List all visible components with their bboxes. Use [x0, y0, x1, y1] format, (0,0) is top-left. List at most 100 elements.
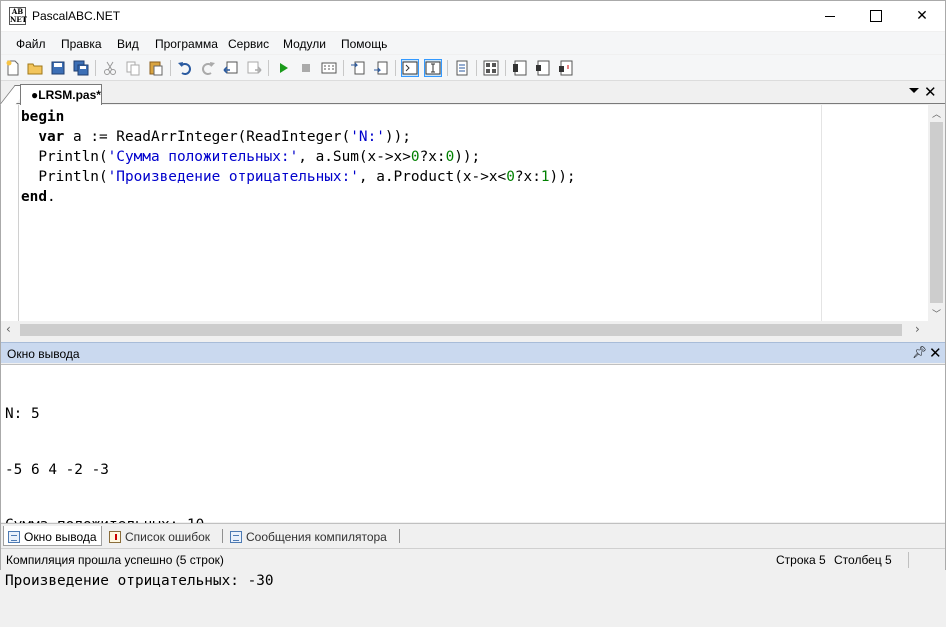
breakpoints-icon[interactable] [482, 59, 500, 77]
string-token: 'Сумма положительных:' [107, 149, 299, 165]
menu-edit[interactable]: Правка [61, 37, 102, 51]
code-token: )); [549, 169, 576, 185]
toolbar [1, 55, 945, 81]
navigate-back-icon[interactable] [222, 59, 240, 77]
code-token: a := ReadArrInteger(ReadInteger( [64, 129, 351, 145]
output-window[interactable]: N: 5 -5 6 4 -2 -3 Сумма положительных: 1… [1, 364, 945, 589]
editor-gutter[interactable] [1, 105, 19, 321]
close-window-button[interactable]: ✕ [899, 1, 945, 31]
paste-icon[interactable] [147, 59, 165, 77]
debug-step-icon[interactable] [349, 59, 367, 77]
menu-program[interactable]: Программа [155, 37, 218, 51]
window-title: PascalABC.NET [32, 9, 121, 23]
code-line[interactable]: Println('Произведение отрицательных:', a… [21, 167, 576, 187]
stop-icon[interactable] [297, 59, 315, 77]
pin-icon[interactable]: 📌︎ [912, 345, 927, 359]
run-icon[interactable] [274, 59, 292, 77]
show-input-icon[interactable] [424, 59, 442, 77]
scroll-right-icon[interactable]: › [915, 322, 920, 336]
tab-error-list[interactable]: Список ошибок [105, 526, 214, 546]
number-token: 0 [445, 149, 455, 165]
code-token: Println( [21, 169, 108, 185]
cursor-row: Строка 5 [776, 553, 826, 567]
new-file-icon[interactable] [4, 59, 22, 77]
code-token: ?x: [514, 169, 541, 185]
horizontal-scroll-thumb[interactable] [20, 324, 902, 336]
menu-service[interactable]: Сервис [228, 37, 269, 51]
vertical-scroll-thumb[interactable] [930, 122, 943, 303]
menu-view[interactable]: Вид [117, 37, 139, 51]
horizontal-scrollbar[interactable]: ‹ › [1, 321, 928, 338]
editor-tab-strip: ●LRSM.pas* [0, 82, 945, 105]
keyword-token: var [38, 129, 65, 145]
code-line[interactable]: var a := ReadArrInteger(ReadInteger('N:'… [21, 127, 576, 147]
string-token: 'Произведение отрицательных:' [107, 169, 359, 185]
cut-icon[interactable] [101, 59, 119, 77]
form-designer-icon[interactable] [511, 59, 529, 77]
code-line[interactable]: end. [21, 187, 576, 207]
format-code-icon[interactable] [453, 59, 471, 77]
menu-bar: Файл Правка Вид Программа Сервис Модули … [1, 32, 945, 54]
scroll-up-icon[interactable]: ︿ [932, 107, 941, 120]
tab-lrsm-pas[interactable]: ●LRSM.pas* [20, 84, 102, 105]
pascalabc-window: AB NET PascalABC.NET ✕ Файл Правка Вид Пр… [0, 0, 946, 589]
code-template-icon[interactable] [534, 59, 552, 77]
save-icon[interactable] [49, 59, 67, 77]
navigate-forward-icon[interactable] [245, 59, 263, 77]
status-message: Компиляция прошла успешно (5 строк) [6, 553, 224, 567]
scroll-left-icon[interactable]: ‹ [6, 322, 11, 336]
keyword-token: begin [21, 109, 65, 125]
code-token: )); [454, 149, 481, 165]
minimize-button[interactable] [807, 1, 853, 31]
number-token: 0 [410, 149, 420, 165]
code-token: . [47, 189, 56, 205]
maximize-button[interactable] [853, 1, 899, 31]
code-token: ?x: [419, 149, 446, 165]
menu-help[interactable]: Помощь [341, 37, 387, 51]
code-editor[interactable]: begin var a := ReadArrInteger(ReadIntege… [1, 105, 945, 338]
menu-file[interactable]: Файл [16, 37, 46, 51]
number-token: 1 [540, 169, 550, 185]
compiler-messages-icon [230, 531, 242, 543]
code-line[interactable]: begin [21, 107, 576, 127]
show-output-icon[interactable] [401, 59, 419, 77]
code-token: , a.Sum(x->x> [298, 149, 411, 165]
open-folder-icon[interactable] [26, 59, 44, 77]
menu-modules[interactable]: Модули [283, 37, 326, 51]
vertical-scrollbar[interactable]: ︿ ﹀ [928, 105, 945, 321]
tab-list-dropdown-icon[interactable] [909, 88, 919, 93]
tab-compiler-messages[interactable]: Сообщения компилятора [226, 526, 391, 546]
output-text: N: 5 -5 6 4 -2 -3 Сумма положительных: 1… [5, 368, 274, 627]
scroll-down-icon[interactable]: ﹀ [932, 307, 941, 320]
help-icon[interactable] [557, 59, 575, 77]
output-panel-header: Окно вывода 📌︎ ✕ [1, 342, 945, 363]
string-token: 'N:' [350, 129, 385, 145]
code-line[interactable]: Println('Сумма положительных:', a.Sum(x-… [21, 147, 576, 167]
number-token: 0 [506, 169, 515, 185]
cursor-column: Столбец 5 [834, 553, 892, 567]
redo-icon[interactable] [199, 59, 217, 77]
status-bar: Компиляция прошла успешно (5 строк) Стро… [1, 548, 945, 570]
build-icon[interactable] [320, 59, 338, 77]
bottom-tab-strip: Окно вывода Список ошибок Сообщения комп… [1, 523, 945, 547]
output-panel-title: Окно вывода [7, 347, 80, 361]
code-token: )); [384, 129, 411, 145]
save-all-icon[interactable] [72, 59, 90, 77]
undo-icon[interactable] [176, 59, 194, 77]
output-line: Произведение отрицательных: -30 [5, 572, 274, 589]
error-list-icon [109, 531, 121, 543]
code-text[interactable]: begin var a := ReadArrInteger(ReadIntege… [21, 107, 576, 207]
code-token: , a.Product(x->x< [358, 169, 507, 185]
app-logo-icon: AB NET [9, 7, 27, 25]
output-line: -5 6 4 -2 -3 [5, 461, 109, 478]
close-output-icon[interactable]: ✕ [929, 344, 942, 362]
keyword-token: end [21, 189, 47, 205]
code-token: Println( [21, 149, 108, 165]
output-line: N: 5 [5, 406, 40, 422]
copy-icon[interactable] [124, 59, 142, 77]
close-tab-icon[interactable]: ✕ [924, 83, 937, 101]
tab-output-window[interactable]: Окно вывода [3, 526, 102, 546]
title-bar[interactable]: AB NET PascalABC.NET ✕ [1, 1, 945, 31]
debug-step-over-icon[interactable] [372, 59, 390, 77]
